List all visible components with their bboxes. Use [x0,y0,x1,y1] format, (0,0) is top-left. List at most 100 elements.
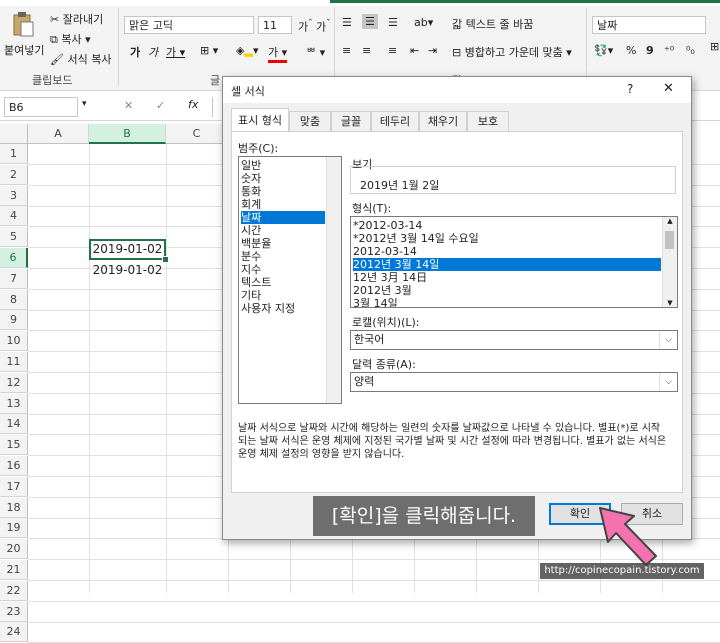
row-header[interactable]: 1 [0,144,28,164]
row-header[interactable]: 8 [0,289,28,310]
row-header[interactable]: 17 [0,476,28,497]
format-painter-button[interactable]: 🖌 서식 복사 [50,51,111,67]
indent-increase-icon[interactable]: ⇥ [428,44,437,57]
phonetic-icon[interactable]: ᄈ ▾ [306,44,325,60]
row-header[interactable]: 5 [0,227,28,248]
row-header[interactable]: 3 [0,185,28,206]
column-header-b[interactable]: B [89,124,166,144]
row-header[interactable]: 24 [0,622,28,643]
row-header[interactable]: 14 [0,414,28,435]
scroll-down-icon[interactable]: ▼ [663,299,677,307]
category-item[interactable]: 기타 [241,289,325,302]
type-item[interactable]: *2012년 3월 14일 수요일 [353,232,661,245]
align-bottom-icon[interactable]: ☰ [388,16,398,29]
type-item[interactable]: *2012-03-14 [353,219,661,232]
row-header[interactable]: 4 [0,206,28,227]
select-all-corner[interactable] [0,124,28,144]
help-button[interactable]: ? [627,82,633,96]
row-header[interactable]: 23 [0,601,28,622]
bold-icon[interactable]: 가 [130,44,140,60]
fill-color-icon[interactable]: ◈▂▾ [236,44,258,57]
column-header-a[interactable]: A [28,124,89,144]
category-item[interactable]: 사용자 지정 [241,302,325,315]
category-item[interactable]: 회계 [241,198,325,211]
wrap-text-button[interactable]: 갋 텍스트 줄 바꿈 [452,16,533,32]
category-item[interactable]: 일반 [241,159,325,172]
ribbon-right-icon[interactable]: ⊞ [710,40,719,53]
merge-center-button[interactable]: ⊟ 병합하고 가운데 맞춤 ▾ [452,44,572,60]
row-header[interactable]: 18 [0,497,28,518]
align-right-icon[interactable]: ≡ [388,44,397,57]
type-item[interactable]: 3월 14일 [353,297,661,307]
category-item[interactable]: 통화 [241,185,325,198]
row-header[interactable]: 6 [0,248,28,268]
decimal-increase-icon[interactable]: ⁺⁰ [664,44,674,57]
column-header-c[interactable]: C [166,124,228,144]
cut-button[interactable]: ✂ 잘라내기 [50,11,103,27]
row-header[interactable]: 21 [0,560,28,580]
category-item[interactable]: 날짜 [241,211,325,224]
font-color-icon[interactable]: 가 ▾ [268,44,288,63]
locale-select[interactable]: 한국어 ⌵ [350,330,678,350]
comma-icon[interactable]: 9 [646,44,654,57]
decimal-decrease-icon[interactable]: ⁰₀ [686,44,695,57]
type-item[interactable]: 2012-03-14 [353,245,661,258]
tab-font[interactable]: 글꼴 [331,111,371,131]
orientation-icon[interactable]: ab▾ [414,16,433,29]
row-header[interactable]: 10 [0,331,28,352]
type-item[interactable]: 12년 3月 14日 [353,271,661,284]
align-left-icon[interactable]: ≡ [342,44,351,57]
name-box-dropdown-icon[interactable]: ▾ [82,99,87,109]
category-item[interactable]: 지수 [241,263,325,276]
row-header[interactable]: 2 [0,164,28,185]
row-header[interactable]: 20 [0,539,28,560]
italic-icon[interactable]: 가 [148,44,158,60]
paste-icon[interactable] [12,12,34,38]
type-list[interactable]: *2012-03-14 *2012년 3월 14일 수요일 2012-03-14 20… [350,216,678,308]
name-box[interactable]: B6 [4,97,78,117]
row-header[interactable]: 9 [0,310,28,331]
row-header[interactable]: 16 [0,456,28,476]
align-center-icon[interactable]: ≡ [362,44,371,57]
paste-button[interactable]: 붙여넣기 [4,42,44,58]
tab-protection[interactable]: 보호 [467,111,509,131]
enter-icon[interactable]: ✓ [156,99,165,112]
font-size-box[interactable]: 11 [258,16,292,34]
underline-icon[interactable]: 가 ▾ [166,44,185,60]
cell-b6[interactable]: 2019-01-02 [89,239,166,260]
fx-button[interactable]: fx [188,98,198,111]
category-item[interactable]: 텍스트 [241,276,325,289]
type-item[interactable]: 2012년 3월 14일 [353,258,661,271]
align-top-icon[interactable]: ☰ [342,16,352,29]
category-item[interactable]: 분수 [241,250,325,263]
row-header[interactable]: 7 [0,268,28,289]
row-header[interactable]: 11 [0,352,28,372]
tab-number[interactable]: 표시 형식 [231,108,289,132]
category-item[interactable]: 시간 [241,224,325,237]
row-header[interactable]: 19 [0,518,28,539]
border-icon[interactable]: ⊞ ▾ [200,44,218,57]
font-shrink-icon[interactable]: 가ˇ [316,18,331,35]
row-header[interactable]: 22 [0,580,28,601]
font-name-box[interactable]: 맑은 고딕 [124,16,254,34]
cell-b7[interactable]: 2019-01-02 [89,260,166,280]
calendar-select[interactable]: 양력 ⌵ [350,372,678,392]
type-scrollbar[interactable]: ▲ ▼ [662,217,677,307]
category-item[interactable]: 숫자 [241,172,325,185]
align-middle-icon[interactable]: ☰ [362,14,378,29]
row-header[interactable]: 12 [0,372,28,393]
row-header[interactable]: 15 [0,435,28,456]
category-item[interactable]: 백분율 [241,237,325,250]
tab-fill[interactable]: 채우기 [419,111,467,131]
copy-button[interactable]: ⧉ 복사 ▾ [50,31,91,47]
tab-alignment[interactable]: 맞춤 [289,111,331,131]
scroll-up-icon[interactable]: ▲ [663,217,677,225]
cancel-icon[interactable]: ✕ [124,99,133,112]
font-grow-icon[interactable]: 가ˆ [298,18,313,35]
type-item[interactable]: 2012년 3월 [353,284,661,297]
currency-icon[interactable]: 💱▾ [594,44,613,57]
tab-border[interactable]: 테두리 [371,111,419,131]
scroll-thumb[interactable] [665,231,674,249]
dialog-title-bar[interactable]: 셀 서식 ? ✕ [223,77,691,103]
category-scrollbar[interactable] [326,157,341,403]
